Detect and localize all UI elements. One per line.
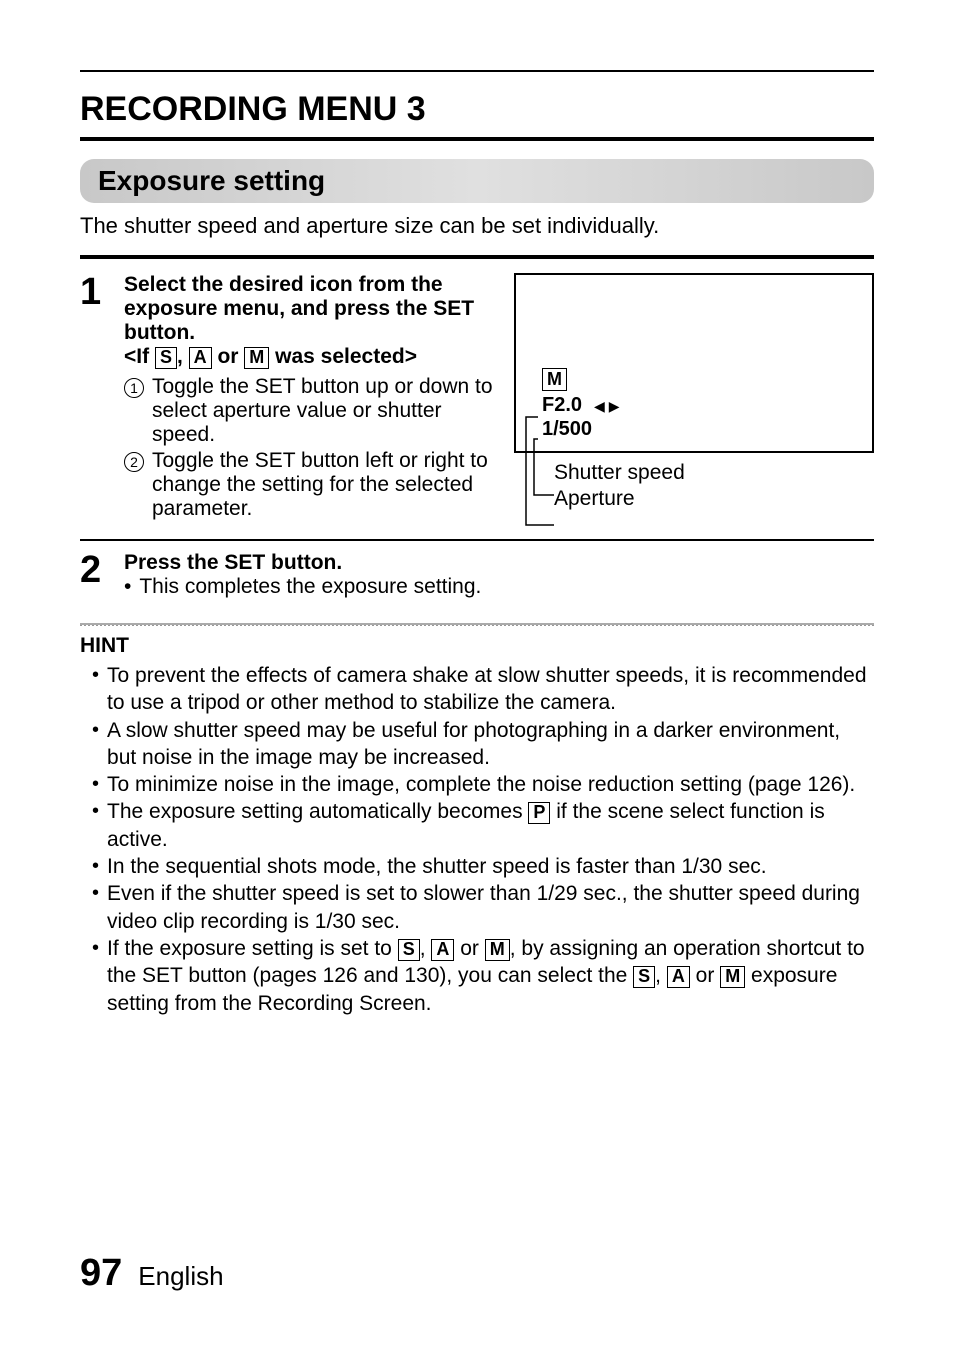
hint-7-text: If the exposure setting is set to S, A o… [107, 935, 874, 1017]
hint-1-text: To prevent the effects of camera shake a… [107, 662, 874, 717]
cond-prefix: <If [124, 345, 155, 368]
hint-item-7: • If the exposure setting is set to S, A… [92, 935, 874, 1017]
step-1-heading: Select the desired icon from the exposur… [124, 273, 502, 345]
aperture-value: F2.0 [542, 394, 582, 416]
cond-mid2: or [212, 345, 245, 368]
mode-m-icon: M [244, 347, 269, 369]
step-2-bullet-text: This completes the exposure setting. [139, 575, 481, 599]
section-heading: Exposure setting [80, 159, 874, 203]
step-1-number: 1 [80, 273, 108, 311]
mode-a-icon: A [189, 347, 212, 369]
circled-2-icon: 2 [124, 452, 144, 472]
exposure-diagram: M F2.0 ◀ ▶ 1/500 Shutter speed Aperture [514, 273, 874, 513]
mode-s-icon: S [155, 347, 177, 369]
step-2-heading: Press the SET button. [124, 551, 874, 575]
bullet-mark: • [124, 575, 131, 599]
hint-5-text: In the sequential shots mode, the shutte… [107, 853, 767, 880]
page-language: English [138, 1261, 223, 1292]
bullet-icon: • [92, 880, 99, 935]
rule-before-steps [80, 255, 874, 259]
hint7-b: , [420, 937, 432, 960]
screen-mode-icon: M [542, 368, 567, 391]
mode-a-icon: A [431, 939, 454, 961]
hint4-a: The exposure setting automatically becom… [107, 800, 528, 823]
hint-item-2: • A slow shutter speed may be useful for… [92, 717, 874, 772]
hint7-c: or [454, 937, 484, 960]
hint-3-text: To minimize noise in the image, complete… [107, 771, 855, 798]
hint-item-5: • In the sequential shots mode, the shut… [92, 853, 874, 880]
camera-screen: M F2.0 ◀ ▶ 1/500 [514, 273, 874, 453]
top-rule [80, 70, 874, 72]
cond-suffix: was selected> [269, 345, 417, 368]
hint7-a: If the exposure setting is set to [107, 937, 398, 960]
sub2-text: Toggle the SET button left or right to c… [152, 449, 502, 521]
hint-item-3: • To minimize noise in the image, comple… [92, 771, 874, 798]
page-title: RECORDING MENU 3 [80, 90, 874, 129]
step-2: 2 Press the SET button. • This completes… [80, 551, 874, 599]
mode-p-icon: P [528, 802, 550, 824]
sub1-text: Toggle the SET button up or down to sele… [152, 375, 502, 447]
bullet-icon: • [92, 853, 99, 880]
circled-1-icon: 1 [124, 378, 144, 398]
callout-shutter: Shutter speed [544, 461, 874, 485]
callout-aperture: Aperture [544, 487, 874, 511]
hint-rule [80, 623, 874, 626]
mode-m-icon: M [485, 939, 510, 961]
hint-6-text: Even if the shutter speed is set to slow… [107, 880, 874, 935]
step-1-condition: <If S, A or M was selected> [124, 345, 502, 369]
bullet-icon: • [92, 935, 99, 1017]
hint-2-text: A slow shutter speed may be useful for p… [107, 717, 874, 772]
hint7-e: , [655, 964, 667, 987]
callout-shutter-label: Shutter speed [554, 461, 685, 485]
page-number: 97 [80, 1252, 122, 1295]
bullet-icon: • [92, 798, 99, 853]
step-2-number: 2 [80, 551, 108, 589]
hint-list: • To prevent the effects of camera shake… [80, 662, 874, 1017]
hint-item-6: • Even if the shutter speed is set to sl… [92, 880, 874, 935]
mode-s-icon: S [633, 966, 655, 988]
step-1-text: Select the desired icon from the exposur… [124, 273, 502, 523]
callout-aperture-label: Aperture [554, 487, 635, 511]
title-underline [80, 137, 874, 141]
shutter-value: 1/500 [542, 418, 592, 440]
lr-arrows-icon: ◀ ▶ [594, 398, 619, 414]
hint-4-text: The exposure setting automatically becom… [107, 798, 874, 853]
bullet-icon: • [92, 662, 99, 717]
step-1: 1 Select the desired icon from the expos… [80, 273, 874, 523]
step-1-sub-1: 1 Toggle the SET button up or down to se… [124, 375, 502, 447]
mode-s-icon: S [398, 939, 420, 961]
hint-heading: HINT [80, 634, 874, 658]
hint-item-1: • To prevent the effects of camera shake… [92, 662, 874, 717]
bullet-icon: • [92, 717, 99, 772]
hint-item-4: • The exposure setting automatically bec… [92, 798, 874, 853]
mode-m-icon: M [720, 966, 745, 988]
rule-between-steps [80, 539, 874, 541]
intro-text: The shutter speed and aperture size can … [80, 213, 874, 239]
step-1-sub-2: 2 Toggle the SET button left or right to… [124, 449, 502, 521]
page-footer: 97 English [80, 1252, 224, 1295]
bullet-icon: • [92, 771, 99, 798]
mode-a-icon: A [667, 966, 690, 988]
hint7-f: or [690, 964, 720, 987]
cond-mid1: , [177, 345, 189, 368]
